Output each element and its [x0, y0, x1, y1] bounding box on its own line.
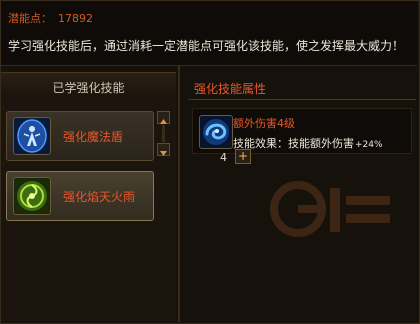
- skill-item-fire-rain[interactable]: 强化焰天火雨: [6, 171, 154, 221]
- skill-name: 强化焰天火雨: [63, 190, 136, 204]
- effect-value: 技能额外伤害: [288, 137, 354, 150]
- attribute-row: 额外伤害4级 技能效果：技能额外伤害+24%: [192, 108, 412, 154]
- attribute-header: 强化技能属性: [194, 82, 267, 96]
- skill-list-scrollbar[interactable]: [157, 111, 170, 157]
- column-divider: [178, 66, 180, 322]
- attribute-header-rule: [188, 99, 416, 100]
- attribute-name: 额外伤害4级: [233, 117, 295, 130]
- swirl-blue-icon: [199, 115, 233, 149]
- magic-shield-icon: [13, 117, 51, 155]
- watermark-logo: [270, 181, 390, 237]
- scroll-down-button[interactable]: [157, 143, 170, 156]
- potential-points-value: 17892: [58, 12, 93, 25]
- learned-skills-title: 已学强化技能: [52, 81, 125, 95]
- learned-skills-header: 已学强化技能: [1, 72, 176, 100]
- description-text: 学习强化技能后，通过消耗一定潜能点可强化该技能，使之发挥最大威力！: [8, 39, 405, 53]
- attribute-effect: 技能效果：技能额外伤害+24%: [233, 135, 383, 151]
- fire-rain-icon: [13, 177, 51, 215]
- scroll-up-button[interactable]: [157, 111, 170, 124]
- skill-name: 强化魔法盾: [63, 130, 124, 144]
- info-strip: 潜能点： 17892 学习强化技能后，通过消耗一定潜能点可强化该技能，使之发挥最大…: [1, 1, 417, 66]
- level-up-button[interactable]: +: [235, 149, 251, 164]
- potential-points-label: 潜能点：: [8, 12, 52, 25]
- scroll-track[interactable]: [162, 125, 165, 142]
- potential-points: 潜能点： 17892: [8, 10, 93, 26]
- triangle-down-icon: [160, 151, 167, 156]
- attribute-level: 4: [220, 151, 227, 164]
- effect-bonus: +24%: [355, 140, 383, 150]
- skill-item-magic-shield[interactable]: 强化魔法盾: [6, 111, 154, 161]
